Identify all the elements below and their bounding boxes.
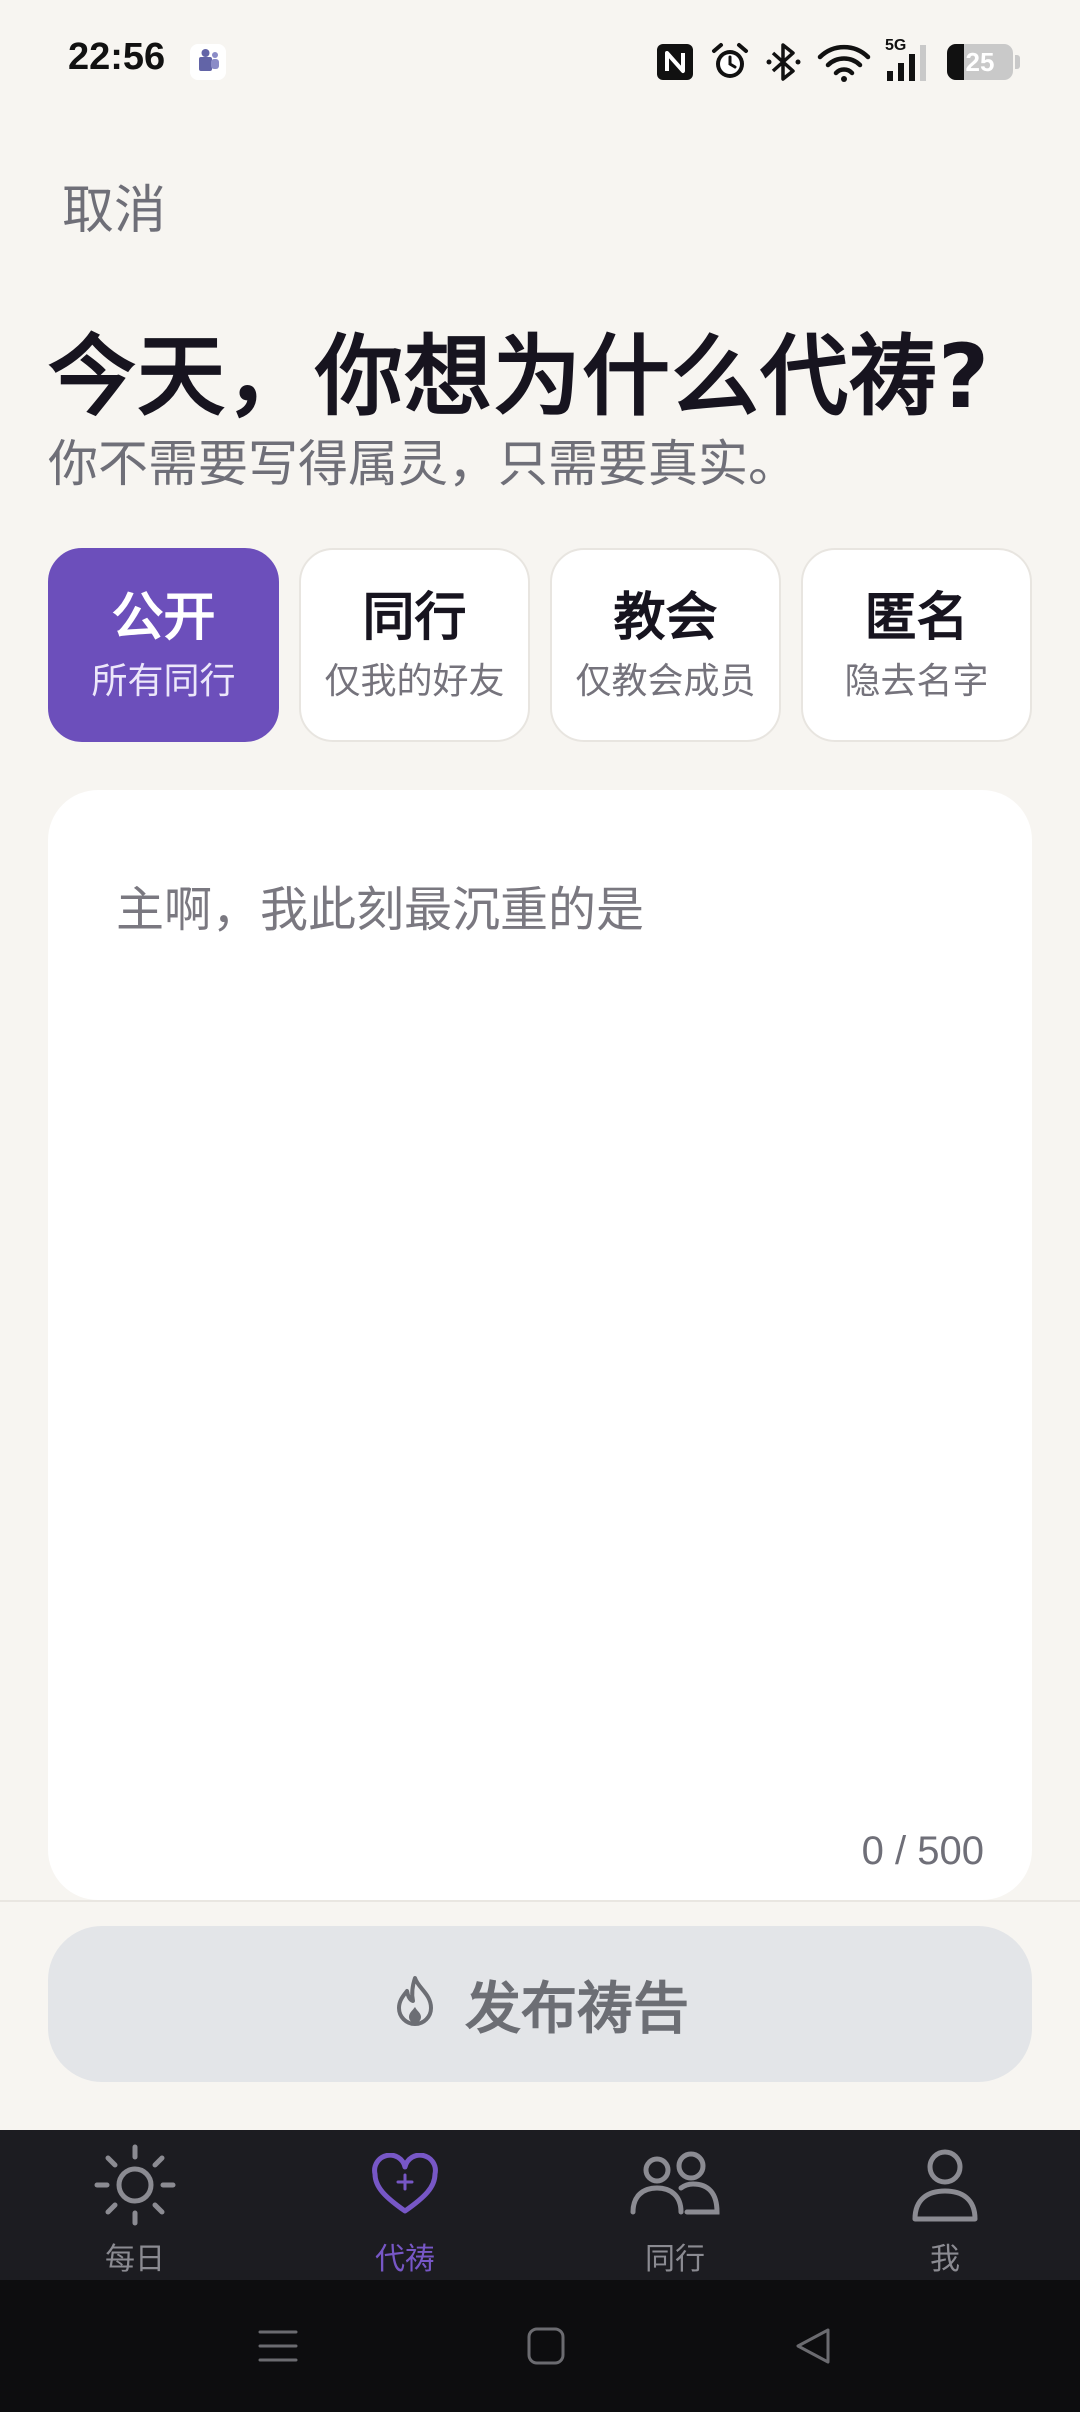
status-icons: 5G 25 <box>655 36 1020 88</box>
battery-level: 25 <box>965 46 995 77</box>
cancel-button[interactable]: 取消 <box>62 168 166 243</box>
bluetooth-icon <box>765 41 803 83</box>
option-subtitle: 仅我的好友 <box>324 660 505 702</box>
option-title: 匿名 <box>864 588 969 649</box>
nav-item-me[interactable]: 我 <box>810 2130 1080 2280</box>
system-nav-bar <box>0 2280 1080 2412</box>
option-subtitle: 隐去名字 <box>844 660 989 702</box>
page-title: 今天，你想为什么代祷? <box>48 325 991 428</box>
status-time: 22:56 <box>68 36 166 78</box>
visibility-option-church[interactable]: 教会 仅教会成员 <box>550 548 781 742</box>
menu-icon[interactable] <box>246 2314 310 2378</box>
option-subtitle: 仅教会成员 <box>575 660 756 702</box>
nfc-icon <box>655 42 695 82</box>
visibility-option-friends[interactable]: 同行 仅我的好友 <box>299 548 530 742</box>
flame-icon <box>391 1974 439 2034</box>
prayer-text-input[interactable] <box>116 870 966 1770</box>
prayer-compose-screen: 22:56 5G 25 取消 今天，你想为什么代祷? 你不需要写得属灵，只需要真… <box>0 0 1080 2412</box>
teams-app-icon <box>190 44 226 80</box>
prayer-input-card: 0 / 500 <box>48 790 1032 1900</box>
option-title: 教会 <box>613 588 718 649</box>
visibility-option-public[interactable]: 公开 所有同行 <box>48 548 279 742</box>
nav-label: 每日 <box>105 2242 165 2277</box>
signal-icon: 5G <box>885 37 933 83</box>
option-title: 同行 <box>362 588 467 649</box>
nav-label: 同行 <box>645 2242 705 2277</box>
nav-item-intercession[interactable]: 代祷 <box>270 2130 540 2280</box>
divider <box>0 1900 1080 1902</box>
nav-label: 代祷 <box>375 2242 435 2277</box>
visibility-selector: 公开 所有同行 同行 仅我的好友 教会 仅教会成员 匿名 隐去名字 <box>48 548 1032 742</box>
nav-item-companions[interactable]: 同行 <box>540 2130 810 2280</box>
publish-label: 发布祷告 <box>465 1976 689 2042</box>
status-bar: 22:56 5G 25 <box>0 0 1080 124</box>
character-counter: 0 / 500 <box>861 1829 984 1873</box>
wifi-icon <box>817 41 871 83</box>
home-icon[interactable] <box>514 2314 578 2378</box>
option-subtitle: 所有同行 <box>91 660 236 702</box>
page-subtitle: 你不需要写得属灵，只需要真实。 <box>48 435 798 493</box>
visibility-option-anonymous[interactable]: 匿名 隐去名字 <box>801 548 1032 742</box>
publish-prayer-button[interactable]: 发布祷告 <box>48 1926 1032 2082</box>
bottom-nav: 每日 代祷 同行 我 <box>0 2130 1080 2280</box>
alarm-icon <box>709 41 751 83</box>
nav-item-daily[interactable]: 每日 <box>0 2130 270 2280</box>
people-icon <box>627 2140 723 2230</box>
option-title: 公开 <box>111 588 216 649</box>
sun-icon <box>87 2140 183 2230</box>
nav-label: 我 <box>930 2242 960 2277</box>
battery-icon: 25 <box>947 44 1020 80</box>
back-icon[interactable] <box>780 2314 844 2378</box>
heart-plus-icon <box>357 2140 453 2230</box>
person-icon <box>897 2140 993 2230</box>
